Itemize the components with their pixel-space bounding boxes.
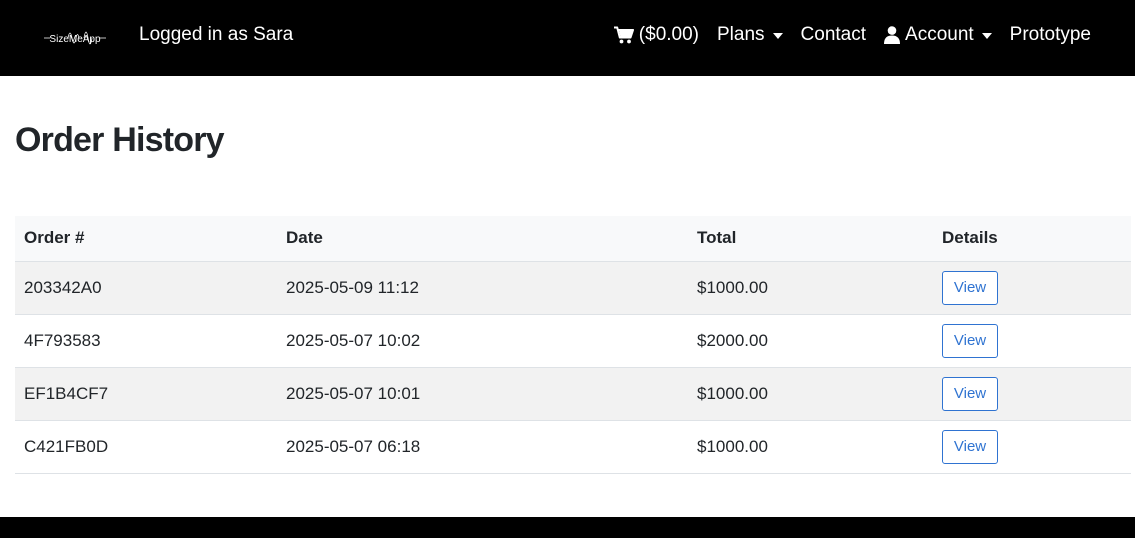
order-details-cell: View xyxy=(933,420,1131,474)
contact-link[interactable]: Contact xyxy=(801,24,866,46)
column-header-order: Order # xyxy=(15,216,277,262)
table-row: 4F793583 2025-05-07 10:02 $2000.00 View xyxy=(15,314,1131,368)
order-history-table: Order # Date Total Details 203342A0 2025… xyxy=(15,216,1131,474)
logged-in-status: Logged in as Sara xyxy=(139,24,294,45)
column-header-date: Date xyxy=(277,216,688,262)
order-number-cell: 203342A0 xyxy=(15,261,277,315)
column-header-total: Total xyxy=(688,216,933,262)
column-header-details: Details xyxy=(933,216,1131,262)
order-number-cell: C421FB0D xyxy=(15,420,277,474)
order-details-cell: View xyxy=(933,314,1131,368)
view-order-button[interactable]: View xyxy=(942,270,998,305)
order-date-cell: 2025-05-07 10:01 xyxy=(277,367,688,421)
order-details-cell: View xyxy=(933,261,1131,315)
table-header-row: Order # Date Total Details xyxy=(15,216,1131,262)
order-number-cell: EF1B4CF7 xyxy=(15,367,277,421)
view-order-button[interactable]: View xyxy=(942,376,998,411)
plans-label: Plans xyxy=(717,24,765,45)
order-total-cell: $1000.00 xyxy=(688,261,933,315)
nav-menu: ($0.00) Plans Contact Account Prototype xyxy=(613,24,1091,46)
table-row: C421FB0D 2025-05-07 06:18 $1000.00 View xyxy=(15,420,1131,474)
cart-total: ($0.00) xyxy=(638,24,699,45)
view-order-button[interactable]: View xyxy=(942,323,998,358)
top-navbar: SizeMeApp Logged in as Sara ($0.00) Plan… xyxy=(0,0,1135,76)
order-date-cell: 2025-05-07 06:18 xyxy=(277,420,688,474)
order-total-cell: $1000.00 xyxy=(688,420,933,474)
account-dropdown[interactable]: Account xyxy=(884,24,992,46)
order-number-cell: 4F793583 xyxy=(15,314,277,368)
order-details-cell: View xyxy=(933,367,1131,421)
footer-bar xyxy=(0,517,1135,538)
order-total-cell: $1000.00 xyxy=(688,367,933,421)
chevron-down-icon xyxy=(981,33,992,39)
chevron-down-icon xyxy=(772,33,783,39)
order-total-cell: $2000.00 xyxy=(688,314,933,368)
sizemeapp-logo[interactable]: SizeMeApp xyxy=(44,23,106,53)
logo-text: SizeMeApp xyxy=(49,34,101,45)
table-row: 203342A0 2025-05-09 11:12 $1000.00 View xyxy=(15,261,1131,315)
cart-icon xyxy=(613,26,634,44)
order-date-cell: 2025-05-07 10:02 xyxy=(277,314,688,368)
order-date-cell: 2025-05-09 11:12 xyxy=(277,261,688,315)
logo-waveform-icon: SizeMeApp xyxy=(44,31,106,45)
prototype-label: Prototype xyxy=(1009,24,1091,45)
table-row: EF1B4CF7 2025-05-07 10:01 $1000.00 View xyxy=(15,367,1131,421)
cart-link[interactable]: ($0.00) xyxy=(613,24,699,46)
user-icon xyxy=(884,26,901,44)
view-order-button[interactable]: View xyxy=(942,429,998,464)
contact-label: Contact xyxy=(800,24,867,45)
plans-dropdown[interactable]: Plans xyxy=(717,24,783,46)
prototype-link[interactable]: Prototype xyxy=(1010,24,1091,46)
account-label: Account xyxy=(905,24,974,45)
page-title: Order History xyxy=(15,121,225,159)
